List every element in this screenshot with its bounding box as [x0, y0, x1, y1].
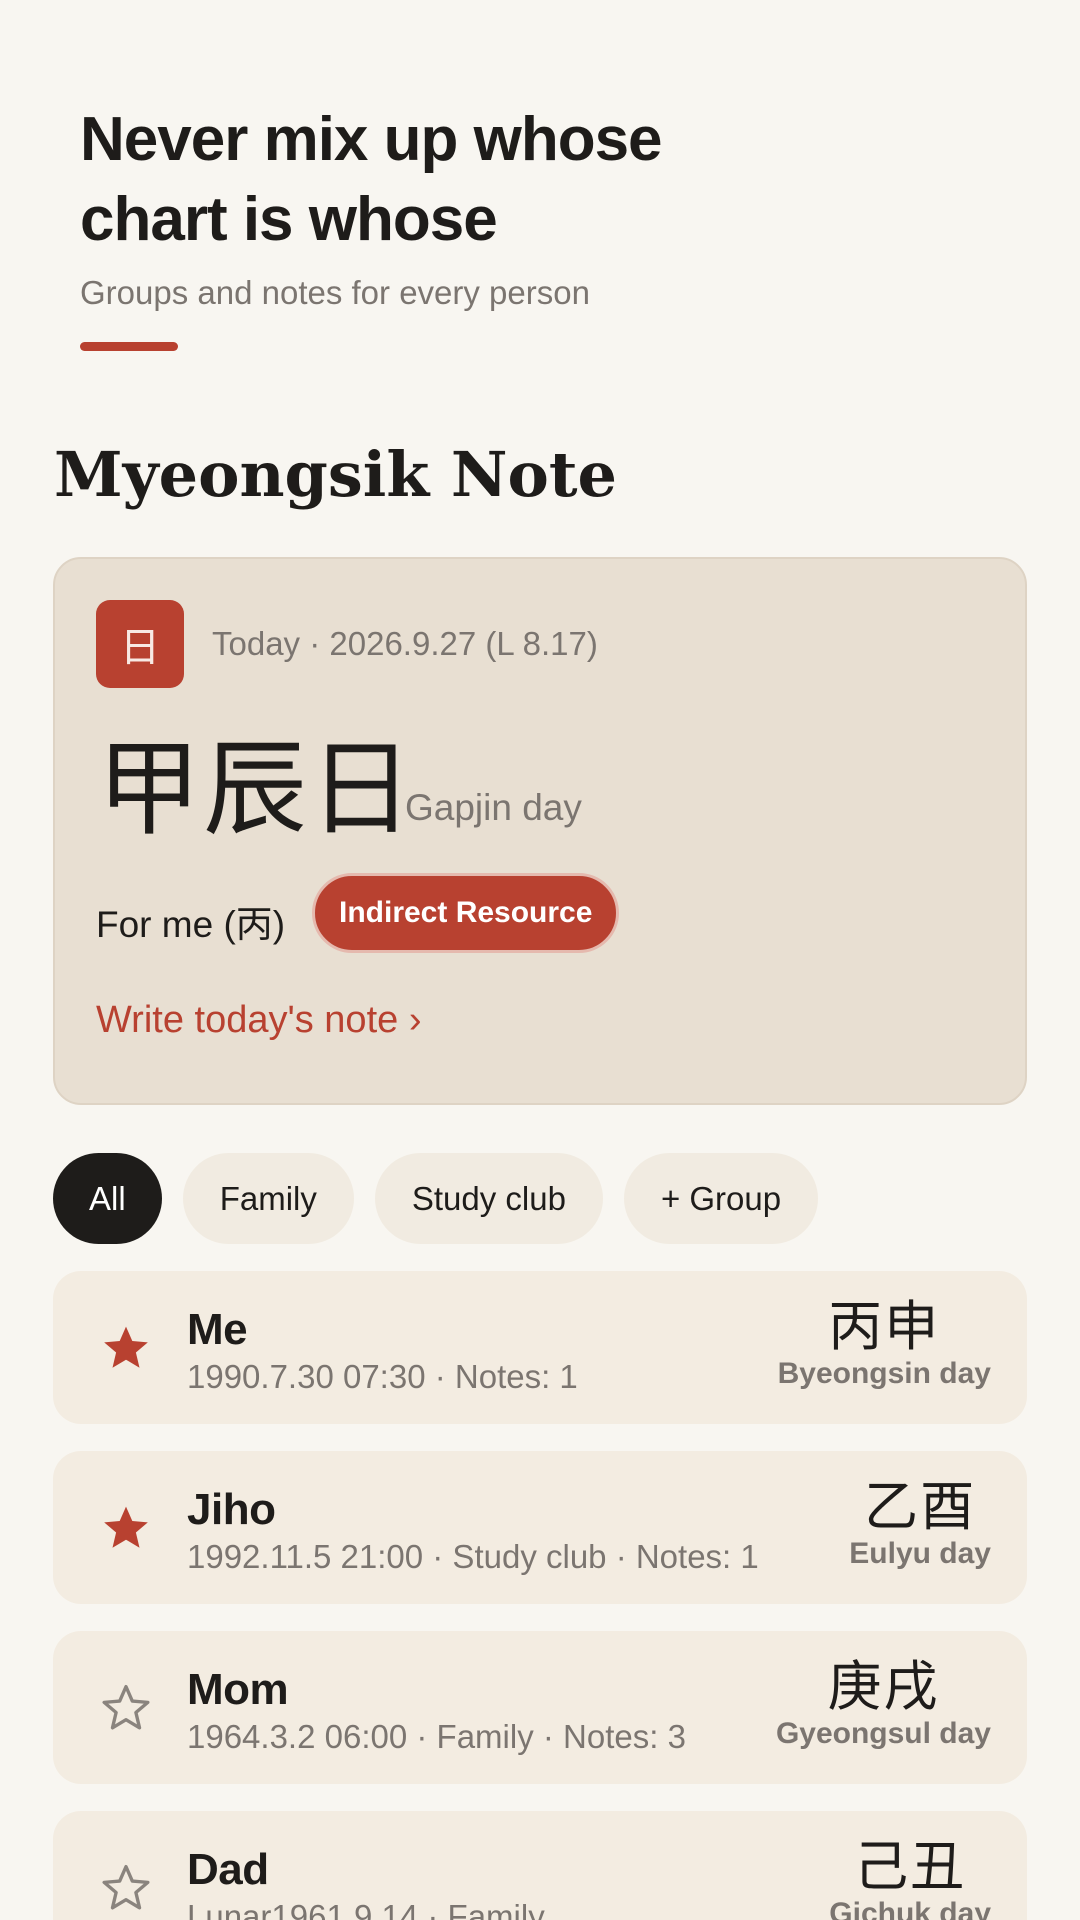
app-title: Myeongsik Note [54, 438, 617, 511]
star-outline-icon[interactable] [99, 1681, 153, 1735]
onboarding-hero: Never mix up whose chart is whose Groups… [80, 100, 1000, 351]
add-group-button[interactable]: + Group [623, 1153, 819, 1244]
person-name: Mom [187, 1665, 289, 1714]
person-meta: 1964.3.2 06:00 · Family · Notes: 3 [187, 1718, 686, 1755]
today-date: Today · 2026.9.27 (L 8.17) [212, 625, 598, 662]
star-outline-icon[interactable] [99, 1861, 153, 1915]
today-card: 日 Today · 2026.9.27 (L 8.17) 甲辰日 Gapjin … [53, 557, 1027, 1105]
accent-bar [80, 342, 178, 351]
day-pillar-label: Eulyu day [849, 1537, 991, 1570]
person-meta: Lunar1961.9.14 · Family [187, 1898, 545, 1920]
day-pillar-chars: 己丑 [854, 1835, 967, 1898]
people-list: Me 1990.7.30 07:30 · Notes: 1 丙申 Byeongs… [53, 1271, 1027, 1920]
day-pillar-label: Byeongsin day [777, 1357, 991, 1390]
star-filled-icon[interactable] [99, 1321, 153, 1375]
day-pillar-chars: 庚戌 [827, 1655, 940, 1718]
filter-study-club[interactable]: Study club [374, 1153, 603, 1244]
day-badge: 日 [96, 600, 184, 688]
day-pillar: 庚戌 Gyeongsul day [776, 1657, 991, 1751]
list-item[interactable]: Dad Lunar1961.9.14 · Family 己丑 Gichuk da… [53, 1811, 1027, 1920]
day-pillar: 己丑 Gichuk day [829, 1837, 991, 1920]
relation-badge[interactable]: Indirect Resource [312, 873, 620, 953]
today-ganji: 甲辰日 [97, 728, 416, 850]
day-pillar-label: Gichuk day [829, 1897, 991, 1920]
person-meta: 1992.11.5 21:00 · Study club · Notes: 1 [187, 1538, 759, 1575]
day-pillar-chars: 乙酉 [864, 1475, 977, 1538]
person-meta: 1990.7.30 07:30 · Notes: 1 [187, 1358, 578, 1395]
filter-family[interactable]: Family [182, 1153, 354, 1244]
today-ganji-label: Gapjin day [405, 787, 582, 828]
star-filled-icon[interactable] [99, 1501, 153, 1555]
day-pillar: 乙酉 Eulyu day [849, 1477, 991, 1571]
day-pillar-label: Gyeongsul day [775, 1717, 991, 1750]
group-filter-bar: All Family Study club + Group [53, 1153, 819, 1244]
hero-title: Never mix up whose chart is whose [80, 105, 663, 254]
list-item[interactable]: Me 1990.7.30 07:30 · Notes: 1 丙申 Byeongs… [53, 1271, 1027, 1424]
person-name: Jiho [187, 1485, 276, 1534]
write-note-link[interactable]: Write today's note › [96, 999, 421, 1042]
person-name: Dad [187, 1845, 269, 1894]
for-me-label: For me (丙) [96, 904, 286, 945]
list-item[interactable]: Jiho 1992.11.5 21:00 · Study club · Note… [53, 1451, 1027, 1604]
day-pillar-chars: 丙申 [828, 1295, 941, 1358]
hero-subtitle: Groups and notes for every person [80, 274, 590, 311]
filter-all[interactable]: All [53, 1153, 162, 1244]
person-name: Me [187, 1305, 248, 1354]
day-pillar: 丙申 Byeongsin day [778, 1297, 991, 1391]
list-item[interactable]: Mom 1964.3.2 06:00 · Family · Notes: 3 庚… [53, 1631, 1027, 1784]
